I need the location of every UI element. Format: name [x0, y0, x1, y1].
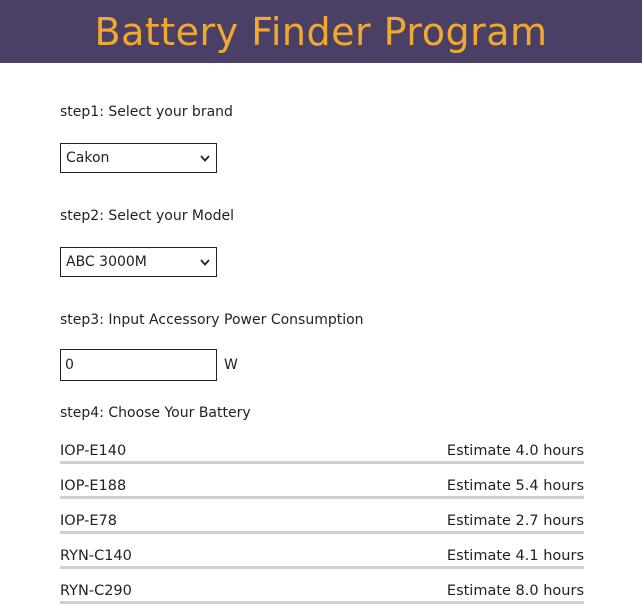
step3-label: step3: Input Accessory Power Consumption: [60, 312, 364, 328]
battery-estimate: Estimate 4.0 hours: [446, 443, 584, 459]
battery-row[interactable]: RYN-C290 Estimate 8.0 hours: [60, 572, 584, 604]
step1-label: step1: Select your brand: [60, 104, 233, 120]
battery-estimate: Estimate 8.0 hours: [446, 583, 584, 599]
battery-estimate: Estimate 2.7 hours: [446, 513, 584, 529]
step4-label: step4: Choose Your Battery: [60, 405, 251, 421]
battery-estimate: Estimate 4.1 hours: [446, 548, 584, 564]
chevron-down-icon: [200, 153, 210, 164]
chevron-down-icon: [200, 257, 210, 268]
battery-name: IOP-E140: [60, 443, 127, 459]
battery-row[interactable]: RYN-C140 Estimate 4.1 hours: [60, 537, 584, 569]
page-title: Battery Finder Program: [94, 9, 548, 54]
battery-row[interactable]: IOP-E78 Estimate 2.7 hours: [60, 502, 584, 534]
battery-name: IOP-E78: [60, 513, 117, 529]
power-unit-label: W: [224, 357, 238, 373]
model-select[interactable]: ABC 3000M: [60, 247, 217, 277]
battery-name: IOP-E188: [60, 478, 127, 494]
brand-select-value: Cakon: [66, 150, 110, 166]
battery-row[interactable]: IOP-E188 Estimate 5.4 hours: [60, 467, 584, 499]
battery-name: RYN-C140: [60, 548, 132, 564]
battery-estimate: Estimate 5.4 hours: [446, 478, 584, 494]
battery-list: IOP-E140 Estimate 4.0 hours IOP-E188 Est…: [60, 432, 584, 604]
battery-name: RYN-C290: [60, 583, 132, 599]
power-input-row: W: [60, 349, 584, 381]
power-consumption-input[interactable]: [60, 349, 217, 381]
app-header: Battery Finder Program: [0, 0, 642, 63]
finder-form: step1: Select your brand Cakon step2: Se…: [60, 101, 584, 604]
brand-select[interactable]: Cakon: [60, 143, 217, 173]
battery-row[interactable]: IOP-E140 Estimate 4.0 hours: [60, 432, 584, 464]
model-select-value: ABC 3000M: [66, 254, 147, 270]
step2-label: step2: Select your Model: [60, 208, 234, 224]
